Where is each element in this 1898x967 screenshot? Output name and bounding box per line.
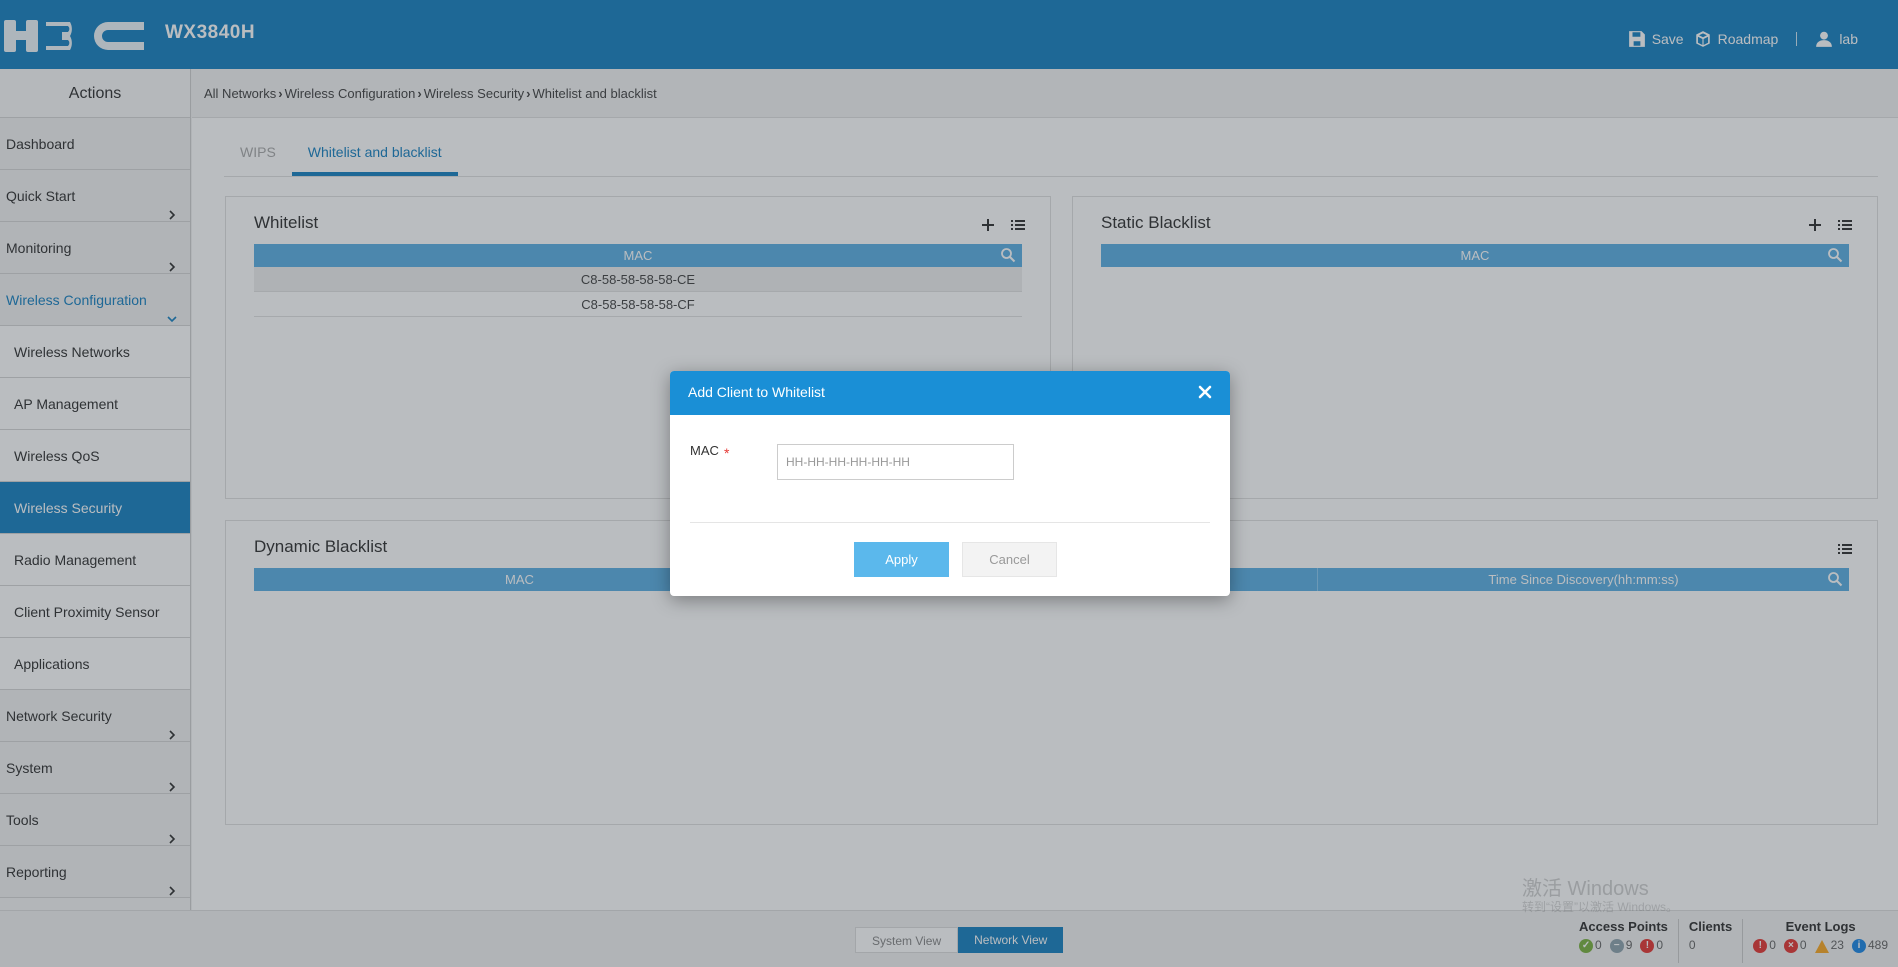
dialog-title: Add Client to Whitelist <box>688 384 825 400</box>
apply-button[interactable]: Apply <box>854 542 949 577</box>
mac-field-label: MAC <box>690 443 719 458</box>
dialog-divider <box>690 522 1210 523</box>
close-icon[interactable] <box>1194 381 1216 403</box>
mac-input[interactable] <box>777 444 1014 480</box>
cancel-button[interactable]: Cancel <box>962 542 1057 577</box>
required-marker: * <box>724 445 730 461</box>
dialog-header: Add Client to Whitelist <box>670 371 1230 415</box>
add-client-dialog: Add Client to Whitelist MAC * Apply Canc… <box>670 371 1230 596</box>
